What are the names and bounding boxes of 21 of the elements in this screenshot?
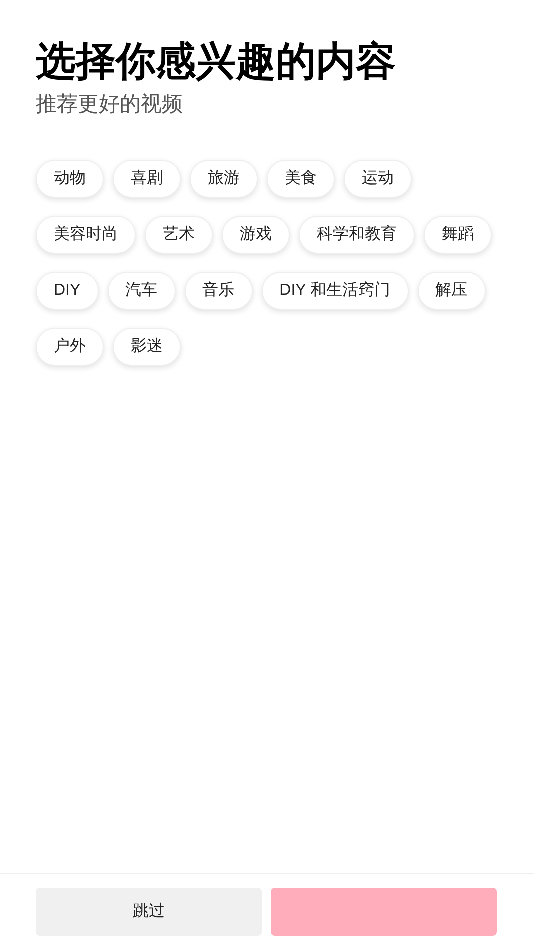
topic-chip[interactable]: DIY 和生活窍门 xyxy=(262,272,408,310)
page-title: 选择你感兴趣的内容 xyxy=(36,38,396,87)
topic-chip[interactable]: 户外 xyxy=(36,328,104,366)
topic-chip[interactable]: 科学和教育 xyxy=(299,216,415,254)
topic-chip[interactable]: 动物 xyxy=(36,160,104,198)
skip-button[interactable]: 跳过 xyxy=(36,888,262,936)
topic-chip[interactable]: 运动 xyxy=(344,160,412,198)
topic-chip[interactable]: 影迷 xyxy=(113,328,181,366)
topic-chip[interactable]: 艺术 xyxy=(145,216,213,254)
topic-chip[interactable]: 喜剧 xyxy=(113,160,181,198)
topic-chip[interactable]: DIY xyxy=(36,272,99,310)
topic-chip[interactable]: 汽车 xyxy=(108,272,176,310)
topic-chip[interactable]: 音乐 xyxy=(184,272,253,310)
page-subtitle: 推荐更好的视频 xyxy=(36,93,183,116)
topic-chip[interactable]: 美容时尚 xyxy=(36,216,136,254)
topic-chip[interactable]: 美食 xyxy=(267,160,335,198)
topic-chip[interactable]: 旅游 xyxy=(190,160,258,198)
topic-chip[interactable]: 游戏 xyxy=(222,216,290,254)
next-button[interactable] xyxy=(271,888,497,936)
topic-chip[interactable]: 舞蹈 xyxy=(424,216,492,254)
topic-chip[interactable]: 解压 xyxy=(418,272,486,310)
